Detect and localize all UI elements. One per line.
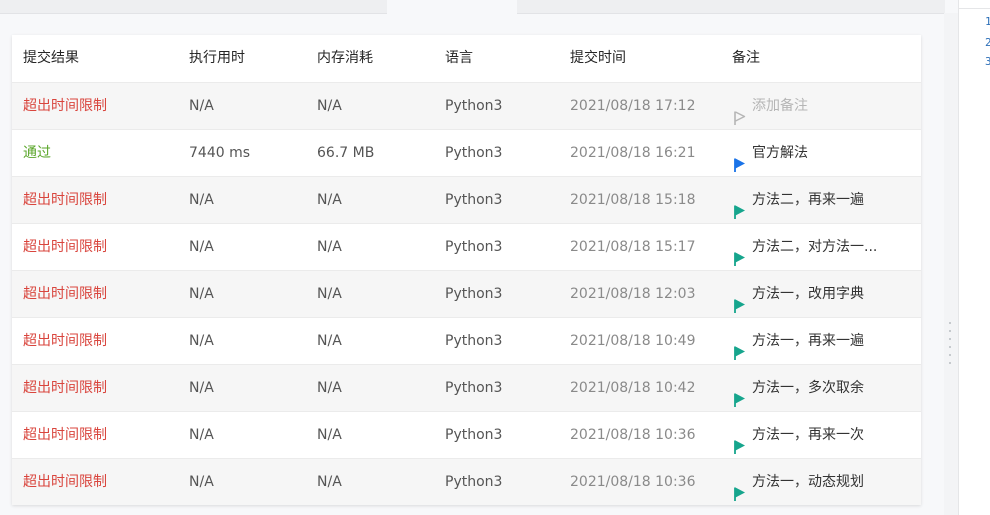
code-editor[interactable]: 1 2 3 xyxy=(958,0,990,515)
note-cell[interactable]: 方法一，再来一遍 xyxy=(732,318,917,365)
submission-status-link[interactable]: 超出时间限制 xyxy=(23,459,183,506)
language-value: Python3 xyxy=(445,380,503,396)
table-row: 超出时间限制 N/A N/A Python3 2021/08/18 10:42 方法一，多… xyxy=(12,364,921,411)
language-value: Python3 xyxy=(445,192,503,208)
submissions-tab[interactable] xyxy=(387,0,517,14)
runtime-value: N/A xyxy=(189,427,214,443)
submit-time-value: 2021/08/18 15:17 xyxy=(570,239,696,255)
note-cell[interactable]: 官方解法 xyxy=(732,130,917,177)
runtime-value: N/A xyxy=(189,333,214,349)
memory-value: 66.7 MB xyxy=(317,145,375,161)
line-number: 2 xyxy=(985,36,990,49)
note-cell[interactable]: 方法二，对方法一... xyxy=(732,224,917,271)
language-value: Python3 xyxy=(445,474,503,490)
table-row: 超出时间限制 N/A N/A Python3 2021/08/18 10:36 方法一，再… xyxy=(12,411,921,458)
teal-flag-icon[interactable] xyxy=(732,475,746,501)
runtime-value: N/A xyxy=(189,286,214,302)
submit-time-value: 2021/08/18 10:42 xyxy=(570,380,696,396)
note-cell[interactable]: 添加备注 xyxy=(732,83,917,130)
note-text[interactable]: 方法二，再来一遍 xyxy=(752,177,864,224)
column-header-submit-time: 提交时间 xyxy=(570,50,626,66)
table-row: 超出时间限制 N/A N/A Python3 2021/08/18 10:36 方法一，动… xyxy=(12,458,921,505)
note-text[interactable]: 方法一，再来一次 xyxy=(752,412,864,459)
language-value: Python3 xyxy=(445,286,503,302)
language-value: Python3 xyxy=(445,239,503,255)
submit-time-value: 2021/08/18 16:21 xyxy=(570,145,696,161)
table-row: 通过 7440 ms 66.7 MB Python3 2021/08/18 16:21 官… xyxy=(12,129,921,176)
table-row: 超出时间限制 N/A N/A Python3 2021/08/18 12:03 方法一，改… xyxy=(12,270,921,317)
submission-status-link[interactable]: 超出时间限制 xyxy=(23,412,183,459)
runtime-value: N/A xyxy=(189,380,214,396)
memory-value: N/A xyxy=(317,286,342,302)
table-header-row: 提交结果 执行用时 内存消耗 语言 提交时间 备注 xyxy=(12,35,921,82)
submission-status-link[interactable]: 超出时间限制 xyxy=(23,224,183,271)
runtime-value: 7440 ms xyxy=(189,145,251,161)
language-value: Python3 xyxy=(445,333,503,349)
language-value: Python3 xyxy=(445,427,503,443)
note-cell[interactable]: 方法一，多次取余 xyxy=(732,365,917,412)
column-header-language: 语言 xyxy=(445,50,473,66)
blue-flag-icon[interactable] xyxy=(732,146,746,172)
language-value: Python3 xyxy=(445,98,503,114)
teal-flag-icon[interactable] xyxy=(732,381,746,407)
submission-status-link[interactable]: 超出时间限制 xyxy=(23,318,183,365)
submissions-table: 提交结果 执行用时 内存消耗 语言 提交时间 备注 超出时间限制 N/A N/A Py… xyxy=(12,35,921,505)
memory-value: N/A xyxy=(317,380,342,396)
submission-status-link[interactable]: 通过 xyxy=(23,130,183,177)
note-cell[interactable]: 方法二，再来一遍 xyxy=(732,177,917,224)
table-row: 超出时间限制 N/A N/A Python3 2021/08/18 17:12 添加备注 xyxy=(12,82,921,129)
note-text[interactable]: 方法二，对方法一... xyxy=(752,224,877,271)
submission-status-link[interactable]: 超出时间限制 xyxy=(23,177,183,224)
teal-flag-icon[interactable] xyxy=(732,334,746,360)
memory-value: N/A xyxy=(317,427,342,443)
resize-grip-icon[interactable] xyxy=(949,322,952,368)
column-header-runtime: 执行用时 xyxy=(189,50,245,66)
submit-time-value: 2021/08/18 15:18 xyxy=(570,192,696,208)
column-header-note: 备注 xyxy=(732,50,760,66)
submit-time-value: 2021/08/18 10:36 xyxy=(570,427,696,443)
table-row: 超出时间限制 N/A N/A Python3 2021/08/18 10:49 方法一，再… xyxy=(12,317,921,364)
memory-value: N/A xyxy=(317,98,342,114)
memory-value: N/A xyxy=(317,333,342,349)
teal-flag-icon[interactable] xyxy=(732,240,746,266)
runtime-value: N/A xyxy=(189,474,214,490)
outline-gray-flag-icon[interactable] xyxy=(732,99,746,125)
teal-flag-icon[interactable] xyxy=(732,428,746,454)
submit-time-value: 2021/08/18 17:12 xyxy=(570,98,696,114)
table-row: 超出时间限制 N/A N/A Python3 2021/08/18 15:18 方法二，再… xyxy=(12,176,921,223)
submission-status-link[interactable]: 超出时间限制 xyxy=(23,365,183,412)
line-number: 1 xyxy=(985,15,990,28)
note-cell[interactable]: 方法一，动态规划 xyxy=(732,459,917,506)
runtime-value: N/A xyxy=(189,98,214,114)
teal-flag-icon[interactable] xyxy=(732,193,746,219)
column-header-status: 提交结果 xyxy=(23,50,79,66)
memory-value: N/A xyxy=(317,192,342,208)
teal-flag-icon[interactable] xyxy=(732,287,746,313)
submit-time-value: 2021/08/18 10:49 xyxy=(570,333,696,349)
note-text[interactable]: 方法一，多次取余 xyxy=(752,365,864,412)
table-row: 超出时间限制 N/A N/A Python3 2021/08/18 15:17 方法二，对… xyxy=(12,223,921,270)
line-number: 3 xyxy=(985,55,990,68)
runtime-value: N/A xyxy=(189,239,214,255)
submission-status-link[interactable]: 超出时间限制 xyxy=(23,271,183,318)
submit-time-value: 2021/08/18 10:36 xyxy=(570,474,696,490)
runtime-value: N/A xyxy=(189,192,214,208)
memory-value: N/A xyxy=(317,239,342,255)
language-value: Python3 xyxy=(445,145,503,161)
editor-toolbar xyxy=(959,0,990,9)
note-text[interactable]: 方法一，动态规划 xyxy=(752,459,864,506)
note-cell[interactable]: 方法一，改用字典 xyxy=(732,271,917,318)
panel-divider[interactable] xyxy=(944,13,958,515)
note-text[interactable]: 方法一，再来一遍 xyxy=(752,318,864,365)
add-note-button[interactable]: 添加备注 xyxy=(752,83,808,130)
memory-value: N/A xyxy=(317,474,342,490)
note-text[interactable]: 方法一，改用字典 xyxy=(752,271,864,318)
note-cell[interactable]: 方法一，再来一次 xyxy=(732,412,917,459)
submit-time-value: 2021/08/18 12:03 xyxy=(570,286,696,302)
submission-status-link[interactable]: 超出时间限制 xyxy=(23,83,183,130)
column-header-memory: 内存消耗 xyxy=(317,50,373,66)
note-text[interactable]: 官方解法 xyxy=(752,130,808,177)
